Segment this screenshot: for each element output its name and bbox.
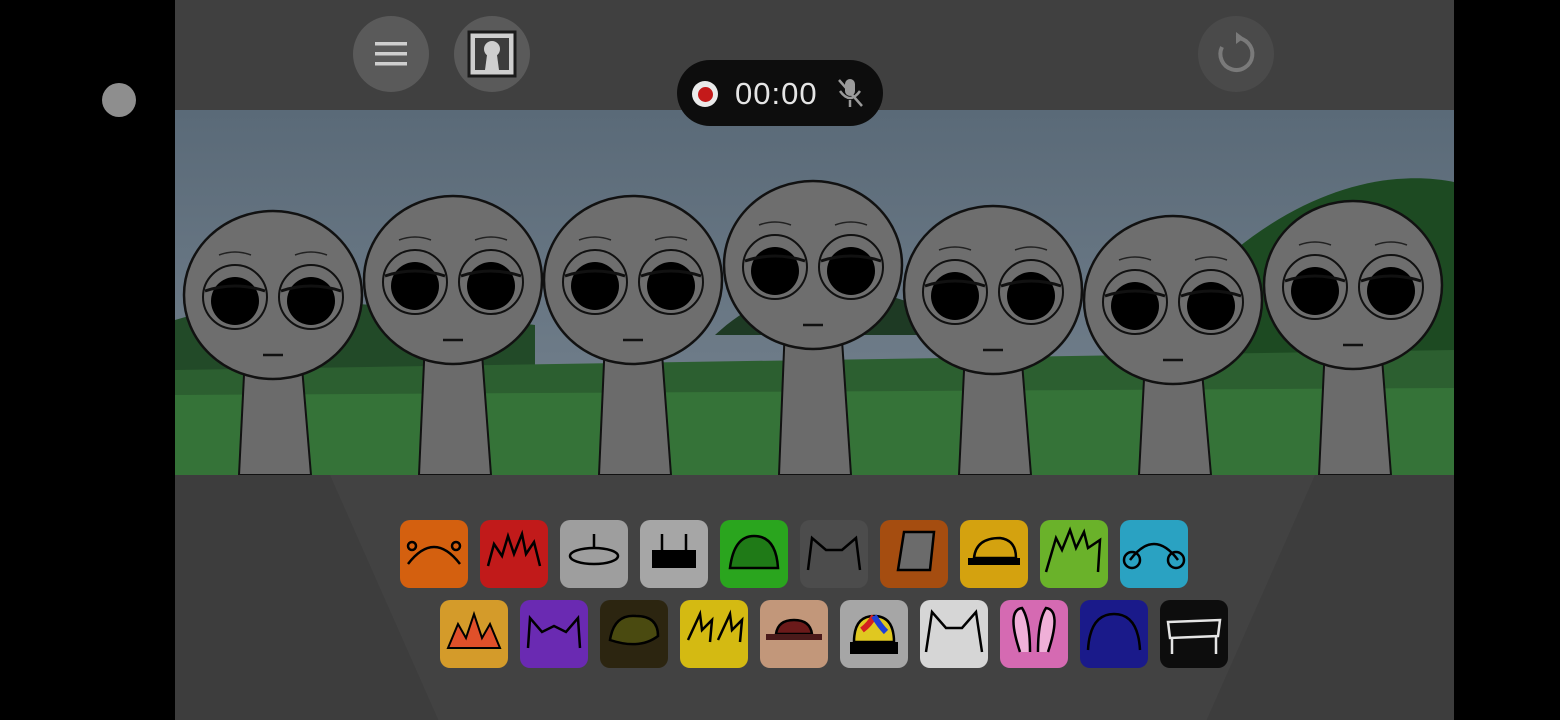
character-6[interactable] bbox=[1082, 214, 1264, 475]
cyan-headphones-sound-icon[interactable] bbox=[1120, 520, 1188, 588]
grey-dish-sound-icon[interactable] bbox=[560, 520, 628, 588]
green-spikes-sound-icon[interactable] bbox=[1040, 520, 1108, 588]
character-2[interactable] bbox=[362, 194, 544, 475]
mic-muted-icon[interactable] bbox=[835, 77, 865, 109]
menu-button[interactable] bbox=[353, 16, 429, 92]
dark-grey-ears-sound-icon[interactable] bbox=[800, 520, 868, 588]
reset-button[interactable] bbox=[1198, 16, 1274, 92]
hamburger-menu-icon bbox=[375, 42, 407, 66]
orange-horns-sound-icon[interactable] bbox=[400, 520, 468, 588]
floating-assistive-dot[interactable] bbox=[102, 83, 136, 117]
olive-hair-sound-icon[interactable] bbox=[600, 600, 668, 668]
floor bbox=[175, 475, 1454, 720]
white-cat-ears-sound-icon[interactable] bbox=[920, 600, 988, 668]
propeller-cap-sound-icon[interactable] bbox=[840, 600, 908, 668]
character-5[interactable] bbox=[902, 204, 1084, 475]
pink-bunny-ears-sound-icon[interactable] bbox=[1000, 600, 1068, 668]
yellow-lightning-sound-icon[interactable] bbox=[680, 600, 748, 668]
record-timer: 00:00 bbox=[735, 76, 818, 111]
grey-antenna-box-sound-icon[interactable] bbox=[640, 520, 708, 588]
character-1[interactable] bbox=[182, 209, 364, 475]
reload-icon bbox=[1218, 32, 1255, 72]
purple-horns-sound-icon[interactable] bbox=[520, 600, 588, 668]
brown-bucket-sound-icon[interactable] bbox=[880, 520, 948, 588]
navy-dome-sound-icon[interactable] bbox=[1080, 600, 1148, 668]
character-7[interactable] bbox=[1262, 199, 1444, 475]
palette-panel bbox=[330, 475, 1315, 720]
green-helmet-sound-icon[interactable] bbox=[720, 520, 788, 588]
character-3[interactable] bbox=[542, 194, 724, 475]
portrait-frame-icon bbox=[467, 30, 517, 78]
yellow-cap-sound-icon[interactable] bbox=[960, 520, 1028, 588]
record-dot-icon[interactable] bbox=[692, 81, 718, 107]
screen-recorder-pill[interactable]: 00:00 bbox=[677, 60, 883, 126]
black-frame-sound-icon[interactable] bbox=[1160, 600, 1228, 668]
character-4[interactable] bbox=[722, 179, 904, 475]
characters-group bbox=[182, 179, 1444, 475]
tan-hat-sound-icon[interactable] bbox=[760, 600, 828, 668]
red-spiky-sound-icon[interactable] bbox=[480, 520, 548, 588]
gold-crown-burst-sound-icon[interactable] bbox=[440, 600, 508, 668]
scene-background bbox=[175, 110, 1454, 475]
photo-button[interactable] bbox=[454, 16, 530, 92]
